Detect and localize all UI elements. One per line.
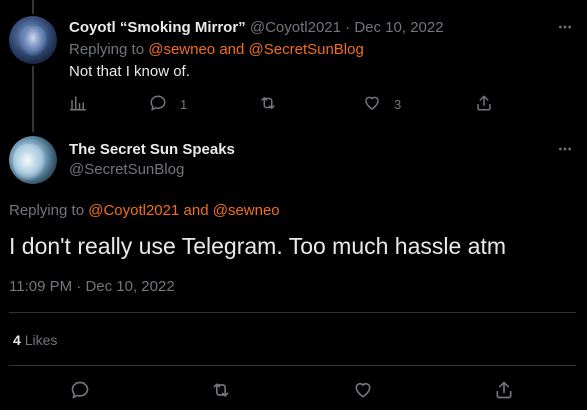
like-button[interactable] (353, 380, 373, 400)
retweet-button[interactable] (259, 94, 277, 115)
tweet-text: Not that I know of. (69, 63, 190, 80)
tweet-header: Coyotl “Smoking Mirror” @Coyotl2021 · De… (69, 19, 444, 36)
like-button[interactable]: 3 (363, 94, 401, 115)
reply-button[interactable]: 1 (149, 94, 187, 115)
reply-button[interactable] (70, 380, 90, 400)
mention-link[interactable]: @SecretSunBlog (249, 41, 364, 58)
thread-connector (32, 66, 34, 132)
mention-link[interactable]: @sewneo (148, 41, 215, 58)
tweet-date: Dec 10, 2022 (85, 278, 175, 295)
handle[interactable]: @SecretSunBlog (69, 161, 184, 178)
likes-count: 4 (13, 332, 21, 348)
tweet-text: I don't really use Telegram. Too much ha… (9, 233, 507, 259)
tweet-time: 11:09 PM (9, 278, 73, 295)
share-button[interactable] (475, 94, 493, 115)
separator: · (345, 19, 351, 36)
retweet-button[interactable] (211, 380, 231, 400)
avatar[interactable] (9, 136, 57, 184)
bar-chart-icon (69, 94, 87, 115)
tweet-timestamp[interactable]: 11:09 PM · Dec 10, 2022 (9, 278, 175, 295)
more-dots-icon[interactable] (555, 17, 575, 37)
replying-label: Replying to (69, 41, 145, 58)
retweet-icon (211, 383, 231, 404)
likes-label: Likes (24, 332, 58, 348)
like-count: 3 (394, 97, 402, 112)
divider (9, 365, 576, 366)
heart-icon (363, 94, 381, 115)
speech-bubble-icon (70, 381, 90, 404)
replying-to: Replying to @sewneo and @SecretSunBlog (69, 41, 364, 58)
separator: · (76, 278, 82, 295)
display-name[interactable]: Coyotl “Smoking Mirror” (69, 19, 246, 36)
avatar[interactable] (9, 16, 57, 64)
share-upload-icon (475, 94, 493, 115)
retweet-icon (259, 94, 277, 115)
thread-connector-top (32, 0, 34, 14)
divider (9, 312, 576, 313)
mention-link[interactable]: @Coyotl2021 (88, 202, 179, 219)
reply-count: 1 (180, 97, 188, 112)
share-upload-icon (494, 381, 514, 404)
tweet-actions: 1 3 (69, 94, 499, 114)
tweet-date[interactable]: Dec 10, 2022 (354, 19, 443, 36)
replying-to: Replying to @Coyotl2021 and @sewneo (9, 202, 280, 219)
share-button[interactable] (494, 380, 514, 400)
likes-stat[interactable]: 4 Likes (13, 332, 57, 348)
analytics-button[interactable] (69, 94, 87, 115)
heart-icon (353, 382, 373, 404)
tweet-actions (0, 380, 587, 402)
handle[interactable]: @Coyotl2021 (250, 19, 341, 36)
mention-link[interactable]: @sewneo (213, 202, 280, 219)
more-dots-icon[interactable] (555, 139, 575, 159)
mention-and: and (219, 41, 245, 58)
speech-bubble-icon (149, 94, 167, 115)
display-name[interactable]: The Secret Sun Speaks (69, 141, 235, 158)
replying-label: Replying to (9, 202, 85, 219)
mention-and: and (183, 202, 209, 219)
